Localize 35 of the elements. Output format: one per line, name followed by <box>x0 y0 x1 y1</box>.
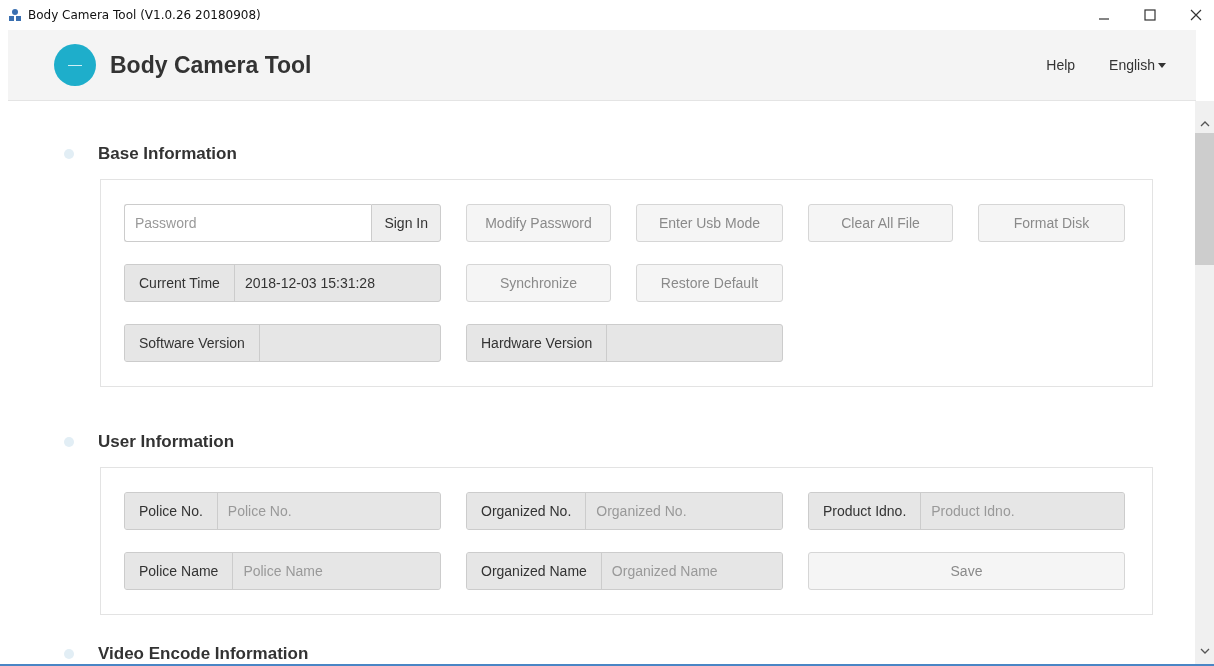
input-field[interactable]: Police No. Police No. <box>124 492 441 530</box>
password-field[interactable]: Password <box>124 204 372 242</box>
section-dot-icon <box>64 437 74 447</box>
field-label: Organized Name <box>467 553 602 589</box>
field-label: Police Name <box>125 553 234 589</box>
scrollbar[interactable] <box>1195 101 1214 664</box>
help-link[interactable]: Help <box>1046 57 1076 73</box>
caret-icon <box>1158 62 1166 68</box>
scroll-down-icon[interactable] <box>1199 648 1210 654</box>
section-dot-icon <box>64 149 74 159</box>
input-field[interactable]: Product Idno. Product Idno. <box>808 492 1125 530</box>
maximize-icon[interactable] <box>1144 9 1156 21</box>
app-icon <box>8 8 22 22</box>
language-dropdown[interactable]: English <box>1109 57 1166 73</box>
field-label: Software Version <box>125 325 260 361</box>
scroll-up-icon[interactable] <box>1199 121 1210 127</box>
section-dot-icon <box>64 649 74 659</box>
scroll-thumb[interactable] <box>1195 133 1214 265</box>
window-title: Body Camera Tool (V1.0.26 20180908) <box>28 8 261 22</box>
section-title: Video Encode Information <box>98 644 309 664</box>
input-field[interactable]: Police Name Police Name <box>124 552 441 590</box>
input-field[interactable]: Organized Name Organized Name <box>466 552 783 590</box>
input-field[interactable]: Organized No. Organized No. <box>466 492 783 530</box>
close-icon[interactable] <box>1190 9 1202 21</box>
section-title: Base Information <box>98 144 237 164</box>
field-label: Organized No. <box>467 493 587 529</box>
field-label: Police No. <box>125 493 218 529</box>
field-label: Current Time <box>125 265 235 301</box>
logo-icon <box>54 44 96 86</box>
section-title: User Information <box>98 432 235 452</box>
app-name: Body Camera Tool <box>110 51 312 79</box>
field-value: 2018-12-03 15:31:28 <box>243 274 376 293</box>
field-label: Hardware Version <box>467 325 608 361</box>
sign-in-button[interactable]: Sign In <box>371 204 441 242</box>
field-label: Product Idno. <box>809 493 922 529</box>
